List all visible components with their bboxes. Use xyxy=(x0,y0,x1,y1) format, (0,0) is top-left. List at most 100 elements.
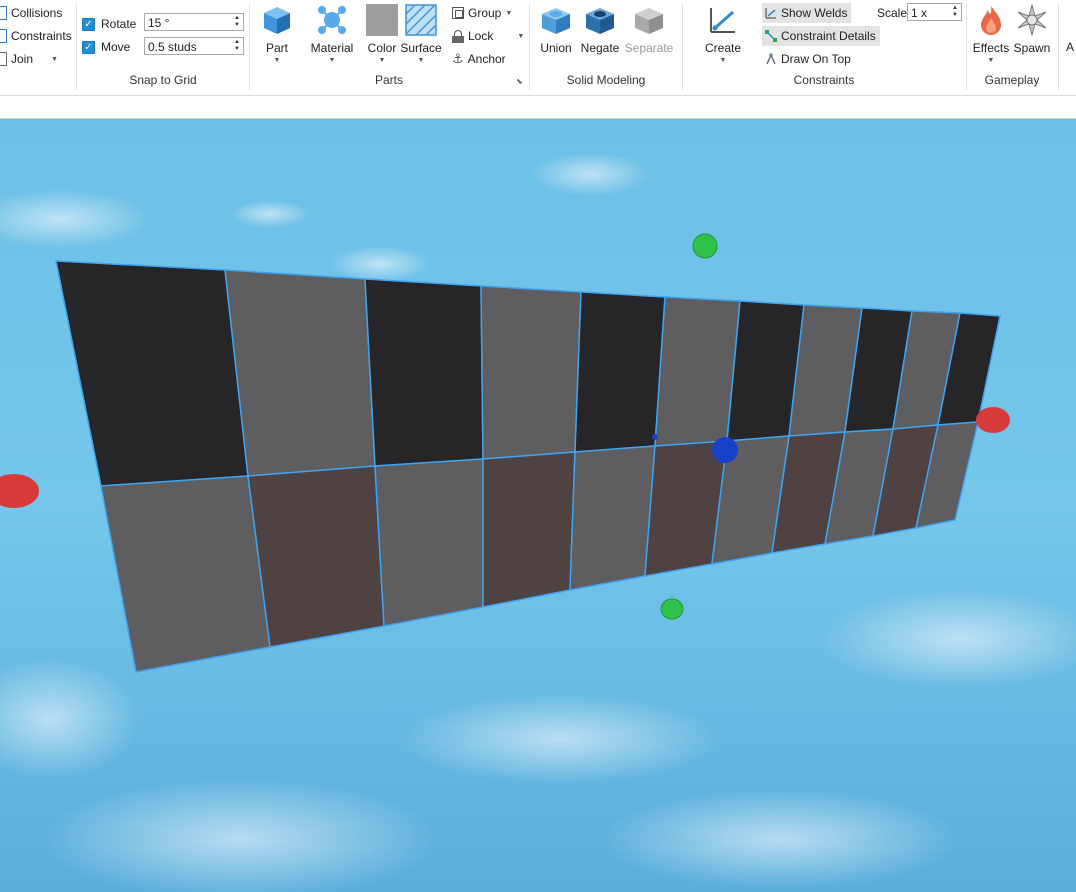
chevron-down-icon: ▼ xyxy=(719,57,727,64)
material-button[interactable]: Material ▼ xyxy=(310,4,354,64)
keyboard-tile xyxy=(569,445,656,591)
separate-icon xyxy=(633,4,665,36)
anchor-label: Anchor xyxy=(467,52,506,66)
join-icon xyxy=(0,52,7,66)
union-button[interactable]: Union xyxy=(538,4,574,55)
keyboard-tile xyxy=(364,278,484,467)
color-button[interactable]: Color ▼ xyxy=(364,4,400,64)
show-welds-label: Show Welds xyxy=(781,6,848,20)
create-constraint-icon xyxy=(707,4,739,36)
tab-strip xyxy=(0,96,1076,119)
draw-on-top-toggle[interactable]: Draw On Top xyxy=(765,50,851,68)
chevron-down-icon: ▼ xyxy=(417,57,425,64)
part-button[interactable]: Part ▼ xyxy=(259,4,295,64)
chevron-down-icon: ▼ xyxy=(517,32,525,40)
partial-label: A xyxy=(1066,40,1075,54)
weld-icon xyxy=(765,7,777,19)
part-cube-icon xyxy=(261,4,293,36)
effects-label: Effects xyxy=(972,41,1010,55)
move-increment-input[interactable]: 0.5 studs ▲ ▼ xyxy=(144,37,244,55)
constraints-toggle[interactable]: Constraints xyxy=(0,27,72,45)
chevron-down-icon: ▼ xyxy=(987,57,995,64)
group-separator xyxy=(1058,4,1059,90)
scale-input[interactable]: 1 x ▲ ▼ xyxy=(907,3,962,21)
chevron-down-icon: ▼ xyxy=(273,57,281,64)
scale-spinner[interactable]: ▲ ▼ xyxy=(951,5,959,19)
join-dropdown[interactable]: Join ▼ xyxy=(0,50,58,68)
surface-button[interactable]: Surface ▼ xyxy=(400,4,442,64)
ribbon-toolbar: Collisions Constraints Join ▼ ✓ Rotate 1… xyxy=(0,0,1076,96)
rotate-label: Rotate xyxy=(101,17,137,31)
negate-button[interactable]: Negate xyxy=(581,4,619,55)
viewport-canvas xyxy=(0,119,1076,892)
group-separator xyxy=(76,4,77,90)
checkmark-icon: ✓ xyxy=(82,17,95,31)
keyboard-tile xyxy=(247,465,385,648)
move-spinner[interactable]: ▲ ▼ xyxy=(233,39,241,53)
material-label: Material xyxy=(310,41,354,55)
keyboard-tile xyxy=(482,451,576,608)
constraints-label: Constraints xyxy=(11,29,72,43)
handle-red-right[interactable] xyxy=(976,407,1010,433)
snap-to-grid-group-label: Snap to Grid xyxy=(129,73,197,87)
union-label: Union xyxy=(540,41,572,55)
color-swatch-icon xyxy=(366,4,398,36)
surface-label: Surface xyxy=(400,41,442,55)
lock-icon xyxy=(452,29,464,43)
chevron-down-icon: ▼ xyxy=(505,9,513,17)
constraints-icon xyxy=(0,29,7,43)
separate-button[interactable]: Separate xyxy=(624,4,674,55)
move-label: Move xyxy=(101,40,131,54)
rotate-spinner[interactable]: ▲ ▼ xyxy=(233,15,241,29)
move-snap-checkbox[interactable]: ✓ Move xyxy=(82,38,130,56)
rotate-value: 15 ° xyxy=(148,16,170,30)
expand-group-icon[interactable]: ⬊ xyxy=(516,77,523,86)
constraint-details-toggle[interactable]: Constraint Details xyxy=(762,26,880,46)
keyboard-tile xyxy=(574,291,666,453)
chevron-down-icon: ▼ xyxy=(378,57,386,64)
rotate-snap-checkbox[interactable]: ✓ Rotate xyxy=(82,15,136,33)
constraints-group-label: Constraints xyxy=(793,73,855,87)
color-label: Color xyxy=(367,41,397,55)
handle-blue-center[interactable] xyxy=(712,437,738,463)
checkmark-icon: ✓ xyxy=(82,40,95,54)
parts-group-label: Parts xyxy=(374,73,403,87)
spawn-label: Spawn xyxy=(1013,41,1051,55)
anchor-icon: ⚓ xyxy=(452,51,464,66)
separate-label: Separate xyxy=(624,41,674,55)
scale-label: Scale xyxy=(877,4,907,22)
collisions-label: Collisions xyxy=(11,6,63,20)
keyboard-tile xyxy=(374,458,484,627)
anchor-button[interactable]: ⚓ Anchor xyxy=(452,50,506,68)
chevron-down-icon: ▼ xyxy=(51,55,58,63)
pivot-point xyxy=(652,434,658,440)
handle-green-bottom[interactable] xyxy=(660,598,684,620)
chevron-down-icon: ▼ xyxy=(328,57,336,64)
scale-label-text: Scale xyxy=(877,6,908,20)
material-icon xyxy=(316,4,348,36)
group-label: Group xyxy=(468,6,502,20)
solid-modeling-group-label: Solid Modeling xyxy=(566,73,646,87)
part-label: Part xyxy=(265,41,288,55)
rotate-increment-input[interactable]: 15 ° ▲ ▼ xyxy=(144,13,244,31)
surface-icon xyxy=(405,4,437,36)
negate-icon xyxy=(584,4,616,36)
effects-button[interactable]: Effects ▼ xyxy=(972,4,1010,64)
gameplay-group-label: Gameplay xyxy=(984,73,1040,87)
create-constraint-button[interactable]: Create ▼ xyxy=(703,4,743,64)
spawn-button[interactable]: Spawn xyxy=(1012,3,1052,55)
group-button[interactable]: Group ▼ xyxy=(452,4,512,22)
constraint-details-icon xyxy=(765,30,777,42)
union-icon xyxy=(540,4,572,36)
scale-value: 1 x xyxy=(911,6,928,20)
partial-button[interactable]: A xyxy=(1066,38,1074,56)
handle-green-top[interactable] xyxy=(692,233,718,259)
3d-viewport[interactable] xyxy=(0,119,1076,892)
constraint-details-label: Constraint Details xyxy=(781,29,876,43)
join-label: Join xyxy=(11,52,34,66)
collisions-toggle[interactable]: Collisions xyxy=(0,4,62,22)
lock-label: Lock xyxy=(468,29,494,43)
show-welds-toggle[interactable]: Show Welds xyxy=(762,3,852,23)
draw-on-top-icon xyxy=(765,53,777,65)
lock-button[interactable]: Lock ▼ xyxy=(452,27,524,45)
